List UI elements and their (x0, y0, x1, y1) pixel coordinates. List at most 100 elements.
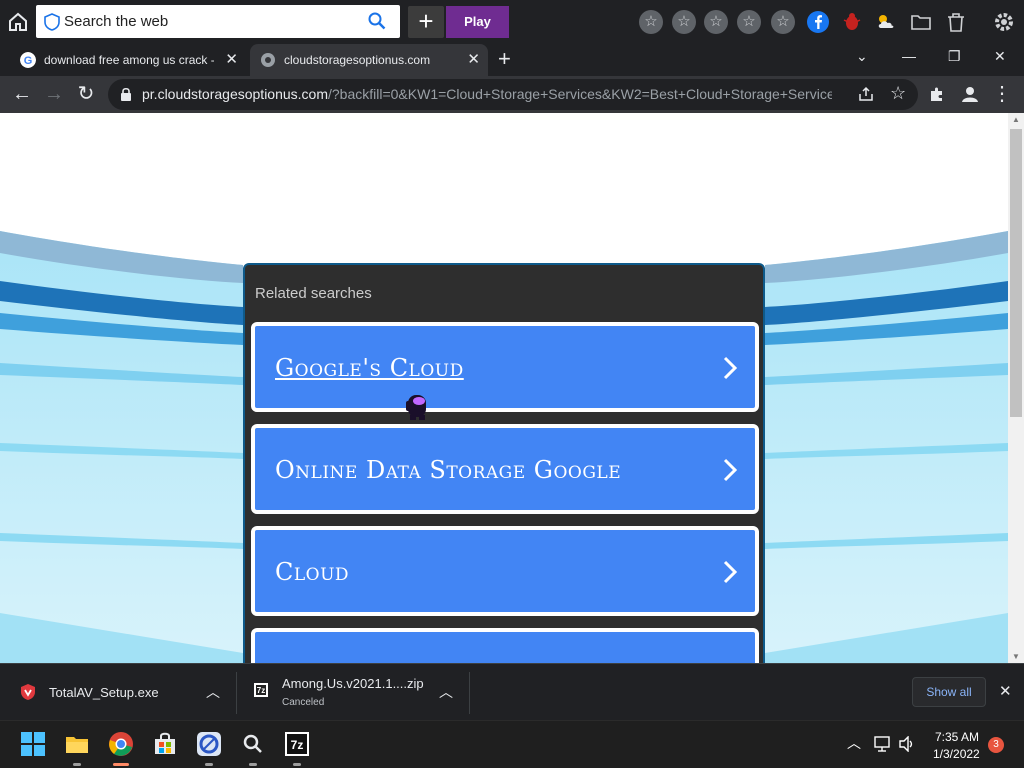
top-toolbar: Search the web + Play ☆ ☆ ☆ ☆ ☆ (0, 0, 1024, 42)
google-icon: G (20, 52, 36, 68)
trash-icon[interactable] (944, 10, 968, 34)
tab-cloudstorage[interactable]: cloudstoragesoptionus.com ✕ (250, 44, 488, 76)
profile-icon[interactable] (960, 84, 980, 104)
scroll-thumb[interactable] (1010, 129, 1022, 417)
url-text: pr.cloudstoragesoptionus.com/?backfill=0… (142, 86, 832, 102)
star-icon[interactable]: ☆ (771, 10, 795, 34)
extensions-icon[interactable] (928, 85, 946, 103)
search-icon[interactable] (368, 12, 386, 30)
play-button[interactable]: Play (446, 6, 509, 38)
download-item-among-us[interactable]: 7z Among.Us.v2021.1....zip Canceled ︿ (237, 664, 469, 721)
related-search-label: Cloud (275, 558, 350, 586)
back-icon[interactable]: ← (12, 84, 32, 104)
running-indicator (293, 763, 301, 766)
running-indicator (249, 763, 257, 766)
url-path: /?backfill=0&KW1=Cloud+Storage+Services&… (328, 86, 832, 102)
volume-icon[interactable] (898, 736, 916, 752)
related-search-label: Online Data Storage Google (275, 456, 622, 484)
related-searches-panel: Related searches Google's Cloud Online D… (243, 263, 765, 663)
tab-search-icon[interactable]: ⌄ (856, 48, 868, 65)
scroll-up-icon[interactable]: ▲ (1012, 115, 1020, 124)
share-icon[interactable] (858, 86, 874, 102)
bookmark-star-icon[interactable]: ☆ (890, 83, 906, 104)
show-all-button[interactable]: Show all (912, 677, 986, 707)
chevron-up-icon[interactable]: ︿ (206, 682, 220, 702)
tab-download-among-us[interactable]: G download free among us crack - ✕ (10, 44, 246, 76)
globe-icon (261, 53, 275, 67)
navigation-bar: ← → ↻ pr.cloudstoragesoptionus.com/?back… (0, 76, 1024, 113)
chrome-icon[interactable] (108, 731, 134, 757)
web-search-box[interactable]: Search the web (36, 5, 400, 38)
shield-icon (44, 13, 60, 31)
close-icon[interactable]: ✕ (999, 682, 1012, 700)
star-icon[interactable]: ☆ (737, 10, 761, 34)
tab-title: download free among us crack - (44, 53, 214, 67)
star-icon[interactable]: ☆ (704, 10, 728, 34)
related-search-item-4[interactable] (251, 628, 759, 663)
7zip-icon[interactable]: 7z (284, 731, 310, 757)
related-search-label: Google's Cloud (275, 354, 464, 382)
active-indicator (113, 763, 129, 766)
chevron-right-icon (723, 560, 737, 584)
forward-icon[interactable]: → (44, 84, 64, 104)
tab-title: cloudstoragesoptionus.com (284, 53, 431, 67)
related-search-googles-cloud[interactable]: Google's Cloud (251, 322, 759, 412)
minimize-button[interactable]: — (902, 48, 916, 64)
related-search-cloud[interactable]: Cloud (251, 526, 759, 616)
star-icon[interactable]: ☆ (672, 10, 696, 34)
microsoft-store-icon[interactable] (152, 731, 178, 757)
new-tab-button[interactable]: + (498, 46, 511, 72)
app-icon[interactable] (196, 731, 222, 757)
panel-title: Related searches (255, 285, 372, 302)
chevron-up-icon[interactable]: ︿ (847, 733, 861, 753)
download-filename: TotalAV_Setup.exe (49, 685, 159, 700)
weather-icon[interactable] (874, 10, 898, 34)
chevron-right-icon (723, 458, 737, 482)
svg-text:7z: 7z (291, 738, 304, 752)
notification-badge[interactable]: 3 (988, 737, 1004, 753)
divider (469, 672, 470, 714)
download-status: Canceled (282, 697, 325, 708)
chevron-right-icon (723, 356, 737, 380)
address-bar[interactable]: pr.cloudstoragesoptionus.com/?backfill=0… (108, 79, 918, 110)
svg-text:G: G (24, 55, 33, 67)
network-icon[interactable] (874, 736, 892, 752)
related-search-online-data-storage[interactable]: Online Data Storage Google (251, 424, 759, 514)
among-us-cursor-icon (406, 395, 426, 420)
restore-button[interactable]: ❐ (948, 48, 961, 65)
gear-icon[interactable] (992, 10, 1016, 34)
search-app-icon[interactable] (240, 731, 266, 757)
running-indicator (73, 763, 81, 766)
running-indicator (205, 763, 213, 766)
download-item-totalav[interactable]: TotalAV_Setup.exe ︿ (0, 664, 236, 721)
menu-icon[interactable]: ⋮ (992, 84, 1012, 104)
clock-time[interactable]: 7:35 AM (935, 730, 979, 744)
close-window-button[interactable]: ✕ (994, 48, 1006, 65)
clock-date[interactable]: 1/3/2022 (933, 747, 980, 761)
download-filename: Among.Us.v2021.1....zip (282, 676, 424, 691)
facebook-icon[interactable] (806, 10, 830, 34)
home-icon[interactable] (6, 10, 30, 34)
scroll-down-icon[interactable]: ▼ (1012, 652, 1020, 661)
page-content: Related searches Google's Cloud Online D… (0, 113, 1008, 663)
folder-icon[interactable] (909, 10, 933, 34)
close-icon[interactable]: ✕ (225, 50, 238, 68)
star-icon[interactable]: ☆ (639, 10, 663, 34)
svg-text:7z: 7z (257, 686, 265, 695)
tab-strip: G download free among us crack - ✕ cloud… (0, 42, 1024, 76)
add-button[interactable]: + (408, 6, 444, 38)
taskbar: 7z ︿ 7:35 AM 1/3/2022 3 (0, 720, 1024, 768)
chevron-up-icon[interactable]: ︿ (439, 682, 453, 702)
url-host: pr.cloudstoragesoptionus.com (142, 86, 328, 102)
reload-icon[interactable]: ↻ (76, 84, 96, 104)
windows-start-icon[interactable] (20, 731, 46, 757)
lock-icon[interactable] (120, 87, 132, 101)
file-explorer-icon[interactable] (64, 731, 90, 757)
page-scrollbar[interactable]: ▲ ▼ (1008, 113, 1024, 663)
close-icon[interactable]: ✕ (467, 50, 480, 68)
zip-file-icon: 7z (254, 683, 268, 697)
download-shelf: TotalAV_Setup.exe ︿ 7z Among.Us.v2021.1.… (0, 663, 1024, 720)
web-search-text: Search the web (64, 13, 169, 30)
bug-icon[interactable] (840, 10, 864, 34)
totalav-icon (21, 684, 35, 700)
